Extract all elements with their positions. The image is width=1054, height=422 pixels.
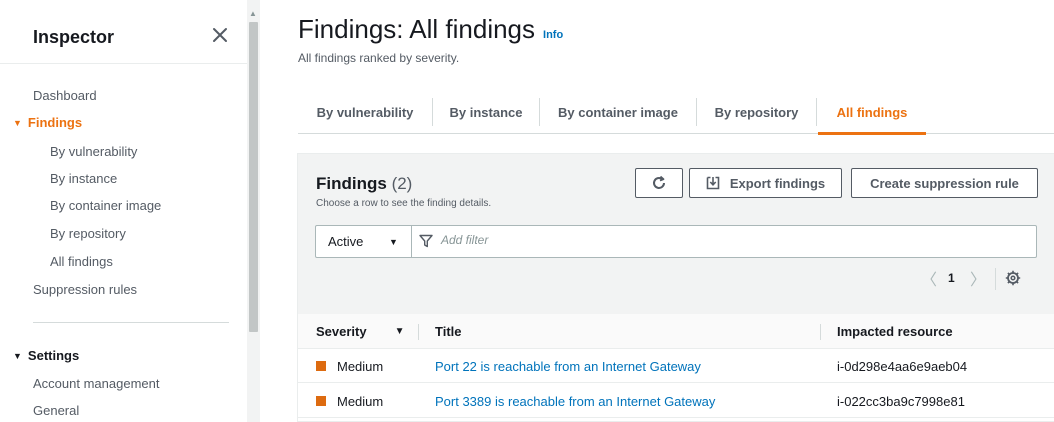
- sidebar-item-general[interactable]: General: [33, 403, 79, 418]
- filter-bar: Active ▼ Add filter: [315, 225, 1037, 258]
- filter-icon: [419, 234, 433, 253]
- refresh-button[interactable]: [635, 168, 683, 198]
- table-row[interactable]: Medium Port 3389 is reachable from an In…: [298, 384, 1054, 418]
- table-header: Severity ▼ Title Impacted resource: [298, 314, 1054, 349]
- severity-medium-icon: [316, 361, 326, 371]
- filter-input[interactable]: Add filter: [441, 233, 488, 247]
- sidebar-divider: [33, 322, 229, 323]
- findings-description: Choose a row to see the finding details.: [316, 198, 492, 209]
- sidebar-divider: [0, 63, 247, 64]
- findings-header: Findings (2) Choose a row to see the fin…: [298, 154, 1054, 314]
- severity-medium-icon: [316, 396, 326, 406]
- page-title-text: Findings: All findings: [298, 14, 536, 44]
- tab-bar: By vulnerability By instance By containe…: [298, 90, 1054, 135]
- page-number[interactable]: 1: [948, 271, 955, 285]
- tab-by-vulnerability[interactable]: By vulnerability: [298, 90, 432, 134]
- export-findings-label: Export findings: [729, 175, 826, 191]
- caret-down-icon: ▼: [13, 117, 22, 128]
- tab-by-instance[interactable]: By instance: [433, 90, 539, 134]
- caret-down-icon: ▼: [13, 350, 22, 361]
- close-icon[interactable]: [209, 24, 231, 46]
- refresh-icon: [653, 175, 665, 189]
- column-header-label: Severity: [316, 324, 367, 339]
- tab-by-repository[interactable]: By repository: [697, 90, 816, 134]
- tab-by-container-image[interactable]: By container image: [540, 90, 696, 134]
- column-divider: [820, 324, 821, 340]
- chevron-left-icon[interactable]: 〈: [921, 266, 937, 290]
- gear-icon[interactable]: [1005, 270, 1021, 291]
- sidebar-item-by-vulnerability[interactable]: By vulnerability: [50, 144, 137, 159]
- column-header-severity[interactable]: Severity ▼: [316, 314, 405, 349]
- finding-title-link[interactable]: Port 3389 is reachable from an Internet …: [435, 384, 715, 418]
- column-header-impacted-resource[interactable]: Impacted resource: [837, 314, 953, 349]
- caret-down-icon: ▼: [389, 236, 398, 247]
- sidebar-item-account-management[interactable]: Account management: [33, 376, 159, 391]
- column-divider: [418, 324, 419, 340]
- sidebar-item-dashboard[interactable]: Dashboard: [33, 88, 97, 103]
- sort-descending-icon[interactable]: ▼: [395, 326, 405, 337]
- sidebar-section-findings[interactable]: ▼ Findings: [13, 115, 82, 130]
- sidebar-section-label: Settings: [27, 348, 80, 363]
- sidebar-item-by-instance[interactable]: By instance: [50, 171, 117, 186]
- info-link[interactable]: Info: [543, 29, 563, 41]
- findings-count: (2): [391, 174, 413, 193]
- table-row[interactable]: Medium Port 22 is reachable from an Inte…: [298, 349, 1054, 383]
- findings-title-text: Findings: [316, 174, 387, 193]
- impacted-resource-cell: i-0d298e4aa6e9aeb04: [837, 358, 968, 374]
- sidebar-item-by-repository[interactable]: By repository: [50, 226, 126, 241]
- sidebar-item-by-container-image[interactable]: By container image: [50, 198, 161, 213]
- findings-title: Findings (2): [316, 174, 412, 194]
- severity-cell: Medium: [316, 384, 383, 418]
- sidebar-item-suppression-rules[interactable]: Suppression rules: [33, 282, 137, 297]
- sidebar-section-label: Findings: [27, 115, 83, 130]
- pagination-divider: [995, 268, 996, 290]
- chevron-right-icon[interactable]: 〉: [970, 266, 986, 290]
- impacted-resource-cell: i-022cc3ba9c7998e81: [837, 393, 965, 409]
- tab-all-findings[interactable]: All findings: [818, 90, 926, 135]
- sidebar-item-all-findings[interactable]: All findings: [50, 254, 113, 269]
- scroll-up-icon[interactable]: ▲: [249, 9, 257, 18]
- severity-label: Medium: [337, 358, 384, 374]
- page-title: Findings: All findings Info: [298, 14, 563, 45]
- sidebar: Inspector Dashboard ▼ Findings By vulner…: [0, 0, 247, 422]
- download-icon: [706, 176, 720, 190]
- severity-label: Medium: [337, 393, 384, 409]
- finding-title-link[interactable]: Port 22 is reachable from an Internet Ga…: [435, 349, 701, 383]
- tab-divider: [816, 98, 817, 126]
- status-select-value: Active: [328, 234, 364, 249]
- scrollbar-thumb[interactable]: [249, 22, 258, 332]
- severity-cell: Medium: [316, 349, 383, 383]
- page-description: All findings ranked by severity.: [298, 51, 460, 65]
- sidebar-title: Inspector: [33, 27, 115, 47]
- status-select[interactable]: Active ▼: [316, 226, 412, 257]
- column-header-title[interactable]: Title: [435, 314, 462, 349]
- export-findings-button[interactable]: Export findings: [689, 168, 842, 198]
- findings-table-container: Findings (2) Choose a row to see the fin…: [297, 153, 1054, 422]
- create-suppression-rule-button[interactable]: Create suppression rule: [851, 168, 1038, 198]
- sidebar-section-settings[interactable]: ▼ Settings: [13, 348, 79, 363]
